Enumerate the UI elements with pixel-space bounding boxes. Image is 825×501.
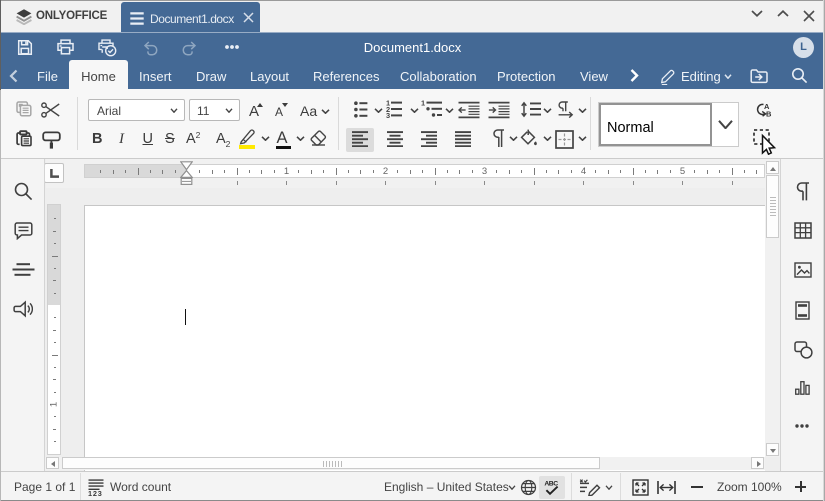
svg-text:1: 1 <box>421 100 425 107</box>
svg-text:3: 3 <box>386 111 390 118</box>
svg-text:ABC: ABC <box>544 480 558 487</box>
svg-text:B: B <box>766 110 772 117</box>
svg-text:123: 123 <box>88 489 103 496</box>
